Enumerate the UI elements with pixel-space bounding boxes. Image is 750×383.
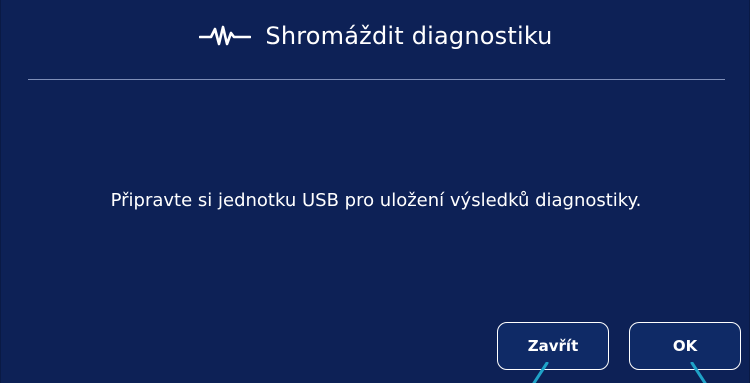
- pulse-icon: [199, 25, 252, 46]
- close-button-focus-accent: [532, 362, 549, 383]
- dialog-title-group: Shromáždit diagnostiku: [199, 22, 552, 50]
- ok-button-focus-accent: [690, 362, 707, 383]
- ok-button[interactable]: OK: [629, 322, 741, 370]
- dialog-title: Shromáždit diagnostiku: [265, 22, 553, 50]
- header-divider: [28, 79, 725, 80]
- diagnostics-dialog: Shromáždit diagnostiku Připravte si jedn…: [0, 0, 750, 383]
- dialog-header: Shromáždit diagnostiku: [1, 0, 750, 80]
- close-button[interactable]: Zavřít: [497, 322, 609, 370]
- dialog-message: Připravte si jednotku USB pro uložení vý…: [110, 190, 642, 211]
